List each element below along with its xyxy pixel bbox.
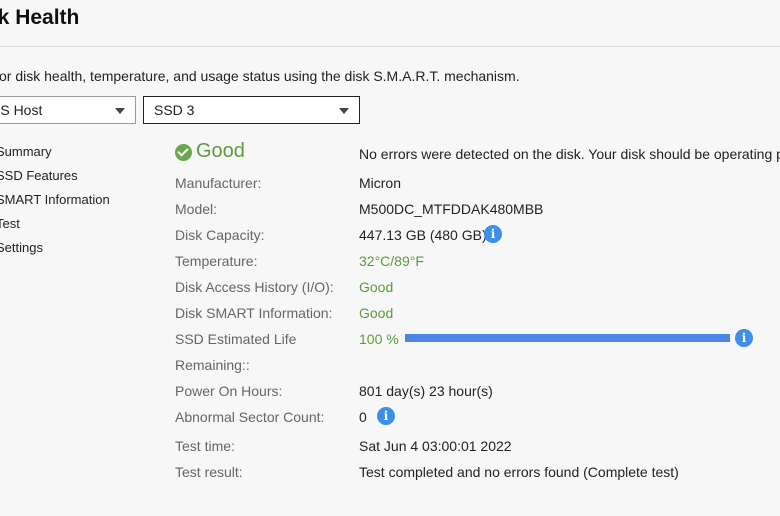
estimated-life-progress xyxy=(405,334,730,342)
test-result-value: Test completed and no errors found (Comp… xyxy=(359,464,679,480)
chevron-down-icon xyxy=(339,108,349,114)
manufacturer-label: Manufacturer: xyxy=(175,175,262,191)
estimated-life-label: SSD Estimated Life xyxy=(175,331,297,347)
header-divider xyxy=(0,46,780,47)
sidebar-item-summary[interactable]: Summary xyxy=(0,145,110,169)
estimated-life-value: 100 % xyxy=(359,331,399,347)
info-icon[interactable]: i xyxy=(735,329,753,347)
smart-info-label: Disk SMART Information: xyxy=(175,305,333,321)
health-status: Good xyxy=(175,140,245,163)
capacity-value: 447.13 GB (480 GB) xyxy=(359,227,487,243)
disk-select-value: SSD 3 xyxy=(154,102,195,118)
health-status-message: No errors were detected on the disk. You… xyxy=(359,146,780,162)
temperature-value: 32°C/89°F xyxy=(359,253,424,269)
test-time-value: Sat Jun 4 03:00:01 2022 xyxy=(359,438,512,454)
host-select-value: AS Host xyxy=(0,102,43,118)
temperature-label: Temperature: xyxy=(175,253,258,269)
info-icon[interactable]: i xyxy=(484,225,502,243)
page-title: sk Health xyxy=(0,6,80,29)
model-label: Model: xyxy=(175,201,218,217)
smart-info-value: Good xyxy=(359,305,394,321)
model-value: M500DC_MTFDDAK480MBB xyxy=(359,201,544,217)
sidebar-nav: Summary SSD Features SMART Information T… xyxy=(0,145,110,265)
sidebar-item-settings[interactable]: Settings xyxy=(0,241,110,265)
info-icon[interactable]: i xyxy=(377,407,395,425)
power-on-hours-value: 801 day(s) 23 hour(s) xyxy=(359,383,493,399)
test-result-label: Test result: xyxy=(175,464,243,480)
chevron-down-icon xyxy=(115,108,125,114)
abnormal-sector-value: 0 xyxy=(359,409,367,425)
access-history-label: Disk Access History (I/O): xyxy=(175,279,334,295)
access-history-value: Good xyxy=(359,279,394,295)
test-time-label: Test time: xyxy=(175,438,235,454)
estimated-life-progress-fill xyxy=(405,334,730,342)
capacity-label: Disk Capacity: xyxy=(175,227,265,243)
estimated-life-label-cont: Remaining:: xyxy=(175,357,250,373)
power-on-hours-label: Power On Hours: xyxy=(175,383,283,399)
sidebar-item-test[interactable]: Test xyxy=(0,217,110,241)
abnormal-sector-label: Abnormal Sector Count: xyxy=(175,409,325,425)
sidebar-item-ssd-features[interactable]: SSD Features xyxy=(0,169,110,193)
page-description: itor disk health, temperature, and usage… xyxy=(0,68,520,84)
host-select[interactable]: AS Host xyxy=(0,96,136,124)
check-circle-icon xyxy=(175,144,192,161)
disk-select[interactable]: SSD 3 xyxy=(143,96,360,124)
manufacturer-value: Micron xyxy=(359,175,402,191)
sidebar-item-smart-information[interactable]: SMART Information xyxy=(0,193,110,217)
health-status-text: Good xyxy=(196,140,245,162)
